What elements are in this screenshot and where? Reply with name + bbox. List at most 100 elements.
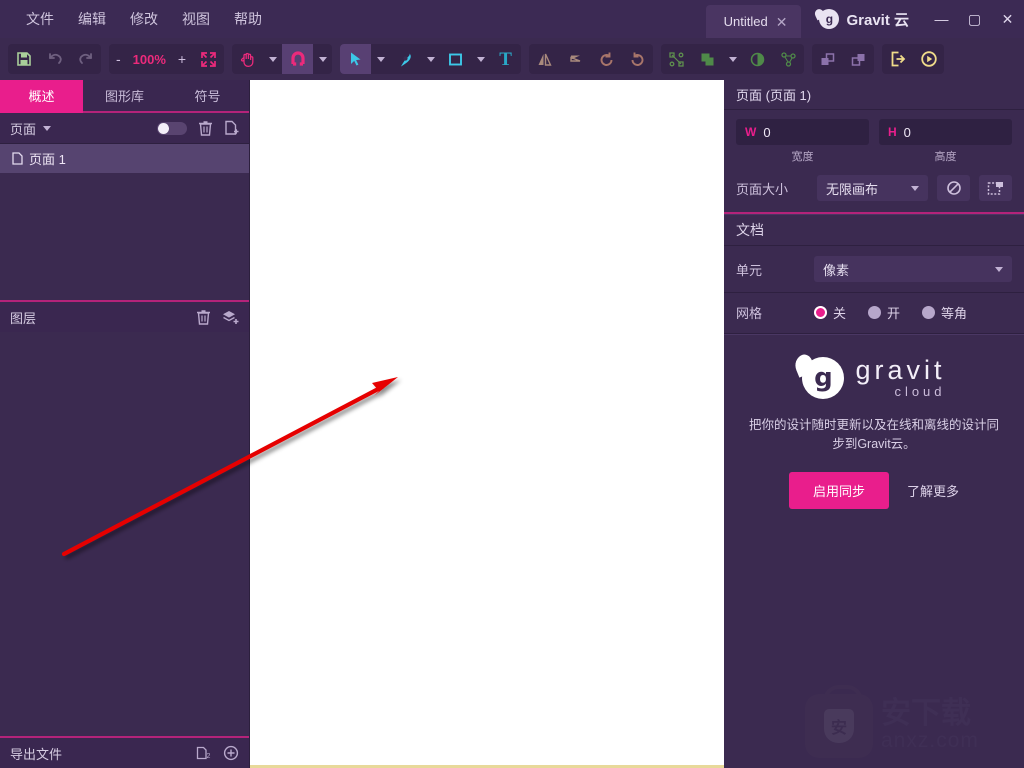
preview-play-icon[interactable] — [913, 44, 944, 74]
save-button[interactable] — [8, 44, 39, 74]
maximize-icon[interactable]: ▢ — [958, 0, 991, 38]
watermark-badge-icon: 安 — [805, 685, 873, 758]
left-panel-tabs: 概述 图形库 符号 — [0, 80, 249, 113]
tab-symbols[interactable]: 符号 — [166, 80, 249, 113]
document-tab[interactable]: Untitled ✕ — [705, 5, 802, 38]
pages-visibility-toggle[interactable] — [157, 121, 187, 135]
node-edit-icon[interactable] — [661, 44, 692, 74]
grid-option-off-label: 关 — [833, 306, 847, 321]
menu-file[interactable]: 文件 — [14, 6, 66, 32]
delete-layer-icon[interactable] — [196, 309, 211, 325]
page-dimensions-row: W 0 H 0 — [724, 110, 1024, 145]
boolean-dropdown[interactable] — [723, 44, 742, 74]
promo-logo-main: gravit — [855, 355, 946, 385]
grid-option-on-label: 开 — [887, 306, 901, 321]
height-label: 高度 — [934, 151, 957, 163]
brand-label: Gravit 云 — [846, 11, 909, 29]
add-export-icon[interactable] — [223, 745, 239, 761]
rotate-right-icon[interactable] — [622, 44, 653, 74]
window-close-icon[interactable]: ✕ — [991, 0, 1024, 38]
send-backward-icon[interactable] — [843, 44, 874, 74]
flip-vertical-icon[interactable] — [560, 44, 591, 74]
grid-option-on[interactable]: 开 — [868, 303, 900, 322]
pen-tool-icon[interactable] — [390, 44, 421, 74]
zoom-out-button[interactable]: - — [109, 51, 128, 67]
add-page-icon[interactable] — [224, 120, 239, 136]
mask-icon[interactable] — [742, 44, 773, 74]
grid-option-isometric-label: 等角 — [941, 306, 968, 321]
enable-sync-button[interactable]: 启用同步 — [788, 471, 889, 509]
toolbar-group-file — [8, 44, 101, 74]
toolbar-group-navigation — [232, 44, 333, 74]
page-size-select[interactable]: 无限画布 — [817, 175, 928, 201]
layers-list[interactable] — [0, 332, 249, 736]
height-field[interactable]: H 0 — [879, 119, 1012, 145]
distribute-icon[interactable] — [773, 44, 804, 74]
toolbar-group-tools: T — [340, 44, 522, 74]
brand-gravit-cloud[interactable]: g Gravit 云 — [801, 0, 925, 38]
tab-shape-library[interactable]: 图形库 — [83, 80, 166, 113]
text-tool-icon[interactable]: T — [490, 44, 521, 74]
zoom-level-value[interactable]: 100% — [128, 52, 171, 67]
pointer-tool-icon[interactable] — [340, 44, 372, 74]
rotate-left-icon[interactable] — [591, 44, 622, 74]
pen-tool-dropdown[interactable] — [421, 44, 440, 74]
radio-icon — [922, 306, 936, 319]
boolean-union-icon[interactable] — [692, 44, 723, 74]
pointer-tool-dropdown[interactable] — [371, 44, 390, 74]
add-layer-icon[interactable] — [222, 309, 239, 325]
page-dimension-labels: 宽度 高度 — [724, 145, 1024, 164]
chevron-down-icon — [426, 56, 435, 62]
menu-help[interactable]: 帮助 — [222, 6, 274, 32]
list-item[interactable]: 页面 1 — [0, 144, 249, 173]
design-canvas[interactable] — [250, 80, 724, 768]
undo-button[interactable] — [39, 44, 70, 74]
grid-option-isometric[interactable]: 等角 — [922, 303, 967, 322]
rectangle-tool-icon[interactable] — [440, 44, 471, 74]
export-settings-icon[interactable]: 2 — [196, 746, 212, 761]
minimize-icon[interactable]: — — [925, 0, 958, 38]
menu-view[interactable]: 视图 — [170, 6, 222, 32]
grid-option-off[interactable]: 关 — [814, 303, 846, 322]
unit-label: 单元 — [736, 262, 763, 278]
redo-button[interactable] — [70, 44, 101, 74]
tab-overview[interactable]: 概述 — [0, 80, 83, 113]
grid-row: 网格 关 开 等角 — [724, 293, 1024, 334]
artboard-preset-button[interactable] — [979, 175, 1012, 201]
toolbar-group-transform — [529, 44, 654, 74]
zoom-in-button[interactable]: + — [171, 51, 193, 67]
gravit-cloud-promo: g gravit cloud 把你的设计随时更新以及在线和离线的设计同步到Gra… — [724, 334, 1024, 509]
chevron-down-icon[interactable] — [43, 125, 52, 131]
width-field[interactable]: W 0 — [736, 119, 869, 145]
export-icon[interactable] — [882, 44, 913, 74]
bring-forward-icon[interactable] — [812, 44, 843, 74]
hand-tool-icon[interactable] — [232, 44, 263, 74]
svg-text:2: 2 — [207, 753, 211, 760]
left-panel: 概述 图形库 符号 页面 页面 1 图层 导出文件 2 — [0, 80, 250, 768]
delete-page-icon[interactable] — [198, 120, 213, 136]
radio-icon — [868, 306, 882, 319]
hand-tool-dropdown[interactable] — [263, 44, 282, 74]
right-panel: 页面 (页面 1) W 0 H 0 宽度 高度 页面大小 无限画布 文档 单元 … — [724, 80, 1024, 768]
fit-screen-icon[interactable] — [193, 44, 224, 74]
promo-logo: g gravit cloud — [742, 357, 1006, 399]
unit-select[interactable]: 像素 — [814, 256, 1012, 282]
promo-actions: 启用同步 了解更多 — [742, 471, 1006, 509]
page-item-label: 页面 1 — [29, 152, 66, 167]
chevron-down-icon — [911, 185, 919, 191]
clear-page-size-button[interactable] — [937, 175, 970, 201]
learn-more-link[interactable]: 了解更多 — [907, 481, 959, 500]
chevron-down-icon — [995, 266, 1003, 272]
flip-horizontal-icon[interactable] — [529, 44, 560, 74]
gravit-cloud-logo-icon: g — [802, 357, 845, 399]
radio-selected-icon — [814, 306, 827, 319]
menu-edit[interactable]: 编辑 — [66, 6, 118, 32]
close-icon[interactable]: ✕ — [776, 15, 788, 29]
menu-bar: 文件 编辑 修改 视图 帮助 — [0, 0, 274, 38]
magnet-dropdown[interactable] — [313, 44, 332, 74]
promo-wordmark: gravit cloud — [855, 355, 946, 400]
magnet-snap-icon[interactable] — [282, 44, 314, 74]
chevron-down-icon — [376, 56, 385, 62]
menu-modify[interactable]: 修改 — [118, 6, 170, 32]
rectangle-tool-dropdown[interactable] — [471, 44, 490, 74]
